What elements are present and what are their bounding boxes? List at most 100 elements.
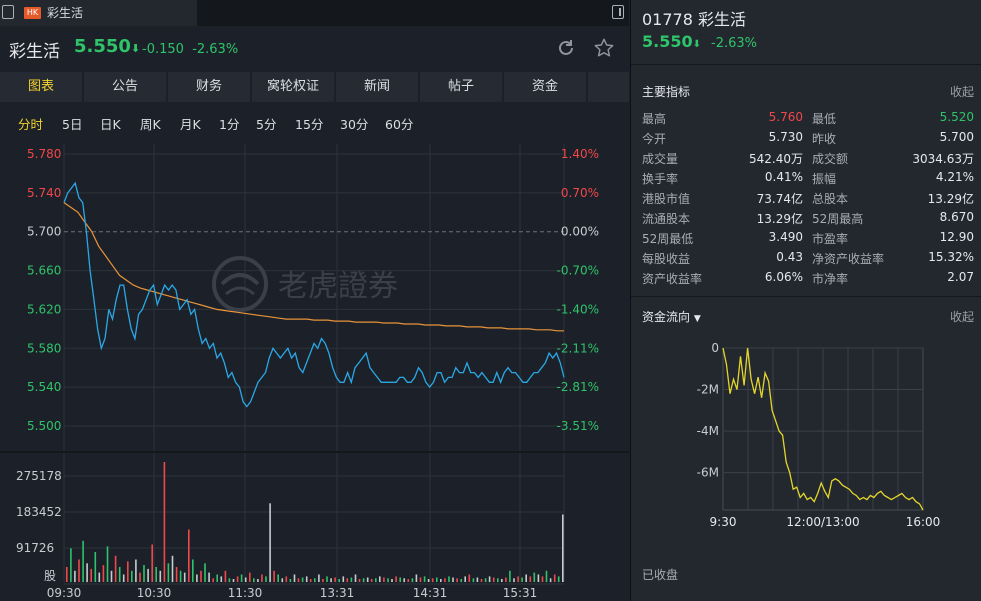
volume-bar bbox=[452, 577, 454, 582]
volume-bar bbox=[159, 570, 162, 583]
side-price: 5.550⬇ bbox=[642, 32, 701, 51]
watermark: 老虎證券 bbox=[212, 256, 398, 312]
y-pct-tick-label: 0.00% bbox=[561, 225, 599, 239]
panel-toggle-icon[interactable] bbox=[612, 5, 624, 19]
volume-bar bbox=[90, 568, 92, 582]
volume-bar bbox=[346, 578, 349, 583]
volume-bar bbox=[244, 577, 247, 582]
down-arrow-icon: ⬇ bbox=[130, 42, 141, 55]
volume-bar bbox=[338, 579, 340, 582]
period-5[interactable]: 月K bbox=[180, 114, 201, 133]
flow-y-tick: -2M bbox=[697, 383, 719, 397]
volume-bar bbox=[464, 576, 466, 582]
period-10[interactable]: 60分 bbox=[385, 114, 413, 133]
volume-bar bbox=[415, 574, 418, 582]
volume-bar bbox=[196, 574, 198, 582]
metric-label: 振幅 bbox=[812, 172, 837, 186]
tab-2[interactable]: 公告 bbox=[84, 72, 166, 102]
volume-bar bbox=[460, 579, 462, 582]
tab-6[interactable]: 帖子 bbox=[420, 72, 502, 102]
metrics-collapse-button[interactable]: 收起 bbox=[950, 83, 974, 100]
metric-value: 0.43 bbox=[776, 250, 803, 264]
volume-bar bbox=[289, 579, 292, 582]
stock-tab[interactable]: HK 彩生活 bbox=[0, 0, 197, 26]
volume-bar bbox=[362, 578, 365, 583]
volume-bar bbox=[330, 578, 332, 583]
volume-bar bbox=[497, 578, 499, 583]
tab-1[interactable]: 图表 bbox=[0, 72, 82, 102]
tab-more[interactable] bbox=[588, 72, 629, 102]
volume-bar bbox=[375, 578, 377, 583]
volume-bar bbox=[82, 540, 84, 583]
average-price-line bbox=[63, 202, 564, 332]
volume-bar bbox=[391, 579, 393, 582]
volume-bar bbox=[387, 578, 389, 583]
volume-bar bbox=[326, 576, 328, 582]
x-tick-label: 13:31 bbox=[320, 586, 355, 600]
y-pct-tick-label: 0.70% bbox=[561, 186, 599, 200]
period-2[interactable]: 5日 bbox=[62, 114, 82, 133]
flow-x-tick: 12:00/13:00 bbox=[786, 515, 859, 529]
tab-4[interactable]: 窝轮权证 bbox=[252, 72, 334, 102]
side-panel: 01778 彩生活 5.550⬇ -2.63% 主要指标 收起 最高 5.760 最… bbox=[630, 0, 981, 601]
volume-bar bbox=[127, 561, 129, 582]
metric-label: 港股市值 bbox=[642, 192, 691, 206]
volume-bar bbox=[151, 544, 153, 582]
volume-bar bbox=[537, 574, 540, 582]
side-change: -2.63% bbox=[711, 36, 757, 51]
volume-bar bbox=[204, 563, 206, 583]
volume-bar bbox=[366, 577, 369, 582]
metric-label: 市净率 bbox=[812, 272, 849, 286]
volume-bar bbox=[379, 576, 381, 582]
intraday-chart: 老虎證券 5.780 5.740 5.700 5.660 5.620 5.580 5.540… bbox=[0, 144, 629, 600]
period-6[interactable]: 1分 bbox=[219, 114, 239, 133]
volume-bar bbox=[200, 570, 202, 583]
volume-bar bbox=[427, 579, 430, 582]
section-tabs: 图表 公告 财务 窝轮权证 新闻 帖子 资金 bbox=[0, 70, 629, 104]
metrics-title: 主要指标 bbox=[642, 85, 691, 99]
period-3[interactable]: 日K bbox=[100, 114, 121, 133]
volume-bar bbox=[358, 579, 361, 582]
volume-bar bbox=[167, 563, 170, 583]
x-tick-label: 10:30 bbox=[137, 586, 172, 600]
favorite-star-icon[interactable] bbox=[593, 37, 615, 59]
volume-bar bbox=[395, 576, 397, 582]
volume-bar bbox=[318, 574, 320, 582]
x-tick-label: 14:31 bbox=[413, 586, 448, 600]
volume-bar bbox=[192, 559, 194, 582]
period-8[interactable]: 15分 bbox=[295, 114, 323, 133]
tab-7[interactable]: 资金 bbox=[504, 72, 586, 102]
refresh-icon[interactable] bbox=[556, 38, 576, 58]
side-title: 01778 彩生活 bbox=[642, 10, 746, 29]
volume-bar bbox=[444, 578, 446, 583]
flow-y-tick: -6M bbox=[697, 466, 719, 480]
period-1[interactable]: 分时 bbox=[18, 114, 43, 133]
divider bbox=[631, 64, 981, 65]
volume-bar bbox=[66, 567, 68, 582]
volume-bar bbox=[236, 576, 239, 582]
sidebar-toggle-icon[interactable] bbox=[2, 5, 14, 19]
tab-3[interactable]: 财务 bbox=[168, 72, 250, 102]
period-4[interactable]: 周K bbox=[140, 114, 161, 133]
volume-bar bbox=[480, 579, 483, 582]
volume-bar bbox=[208, 572, 210, 582]
volume-bar bbox=[281, 578, 284, 583]
metric-value: 5.700 bbox=[939, 130, 974, 144]
volume-bar bbox=[513, 578, 515, 583]
tab-5[interactable]: 新闻 bbox=[336, 72, 418, 102]
y-tick-label: 5.500 bbox=[27, 419, 61, 433]
volume-bar bbox=[411, 578, 414, 583]
volume-bar bbox=[383, 577, 385, 582]
period-7[interactable]: 5分 bbox=[256, 114, 276, 133]
volume-bar bbox=[297, 578, 300, 583]
volume-bar bbox=[179, 570, 182, 583]
metric-label: 市盈率 bbox=[812, 232, 849, 246]
metric-value: 2.07 bbox=[947, 270, 974, 284]
fund-flow-dropdown[interactable]: 资金流向 ▼ bbox=[642, 308, 701, 325]
period-9[interactable]: 30分 bbox=[340, 114, 368, 133]
volume-tick-label: 183452 bbox=[16, 505, 62, 519]
tiger-logo-stripe bbox=[225, 286, 255, 296]
flow-collapse-button[interactable]: 收起 bbox=[950, 308, 974, 325]
metric-label: 今开 bbox=[642, 132, 667, 146]
volume-bar bbox=[529, 576, 532, 582]
